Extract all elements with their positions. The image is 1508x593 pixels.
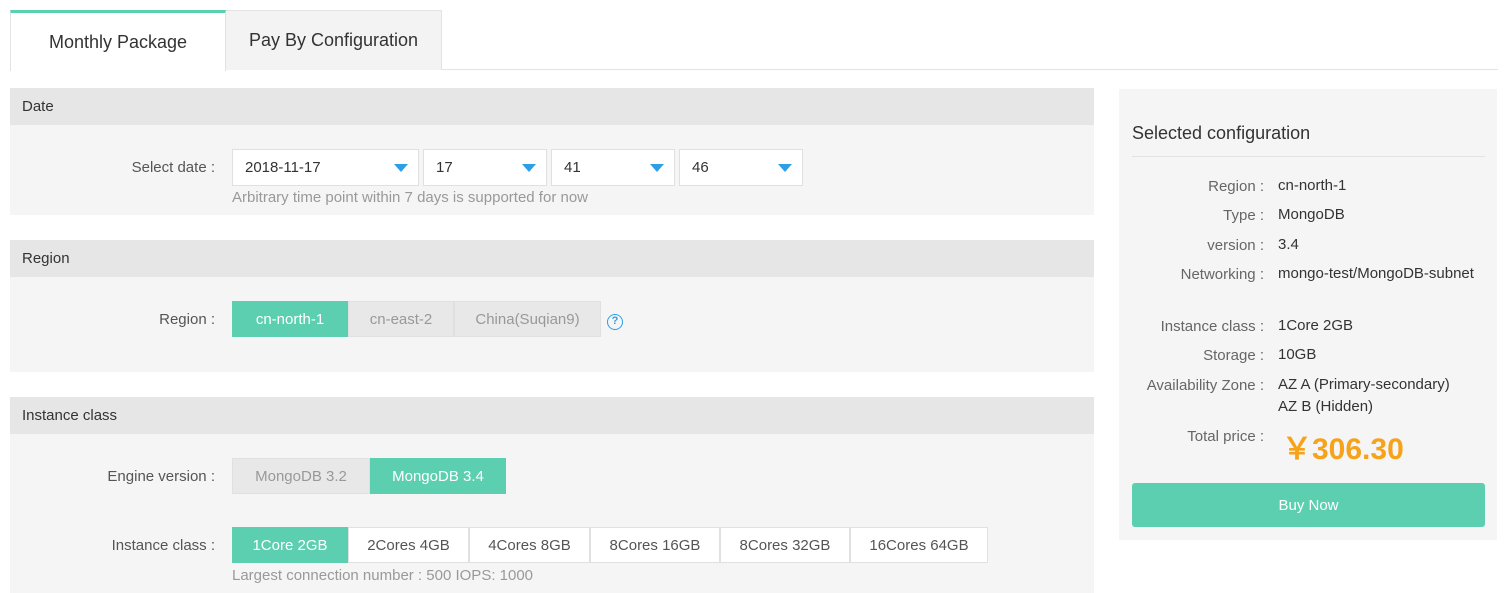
class-option-4cores-8gb[interactable]: 4Cores 8GB — [469, 527, 590, 563]
date-section: Date Select date : 2018-11-17 17 41 46 A… — [10, 88, 1094, 215]
instance-class-label: Instance class : — [111, 537, 215, 554]
tab-pay-by-configuration[interactable]: Pay By Configuration — [226, 10, 442, 70]
date-select[interactable]: 2018-11-17 — [232, 149, 419, 186]
summary-version-label: version : — [1207, 237, 1264, 254]
tab-bar: Monthly Package Pay By Configuration — [10, 10, 1498, 71]
date-section-header: Date — [10, 88, 1094, 125]
class-option-2cores-4gb[interactable]: 2Cores 4GB — [348, 527, 469, 563]
class-option-1core-2gb[interactable]: 1Core 2GB — [232, 527, 348, 563]
hour-select[interactable]: 17 — [423, 149, 547, 186]
summary-networking-label: Networking : — [1180, 266, 1264, 283]
chevron-down-icon — [778, 164, 792, 172]
engine-version-label: Engine version : — [107, 468, 215, 485]
second-select-value: 46 — [692, 159, 709, 176]
instance-class-hint: Largest connection number : 500 IOPS: 10… — [232, 567, 534, 584]
summary-instance-class-value: 1Core 2GB — [1278, 317, 1354, 334]
select-date-label: Select date : — [131, 159, 215, 176]
summary-divider — [1132, 156, 1485, 157]
summary-instance-class-label: Instance class : — [1160, 318, 1264, 335]
summary-storage-label: Storage : — [1203, 347, 1264, 364]
instance-class-section: Instance class Engine version : MongoDB … — [10, 397, 1094, 593]
summary-storage-value: 10GB — [1278, 346, 1317, 363]
summary-total-price-label: Total price : — [1187, 428, 1264, 445]
date-select-value: 2018-11-17 — [245, 159, 321, 176]
region-section: Region Region : cn-north-1 cn-east-2 Chi… — [10, 240, 1094, 372]
class-option-8cores-32gb[interactable]: 8Cores 32GB — [720, 527, 850, 563]
summary-type-value: MongoDB — [1278, 206, 1345, 223]
summary-availability-zone-label: Availability Zone : — [1146, 377, 1264, 394]
region-option-cn-north-1[interactable]: cn-north-1 — [232, 301, 348, 337]
minute-select[interactable]: 41 — [551, 149, 675, 186]
summary-region-value: cn-north-1 — [1278, 177, 1347, 194]
summary-type-label: Type : — [1223, 207, 1264, 224]
summary-title: Selected configuration — [1132, 123, 1311, 143]
chevron-down-icon — [522, 164, 536, 172]
question-circle-icon[interactable]: ? — [607, 314, 623, 330]
date-hint: Arbitrary time point within 7 days is su… — [232, 189, 588, 206]
summary-region-label: Region : — [1208, 178, 1264, 195]
tab-monthly-package[interactable]: Monthly Package — [10, 10, 226, 71]
chevron-down-icon — [650, 164, 664, 172]
summary-availability-zone-value-2: AZ B (Hidden) — [1278, 398, 1374, 415]
total-price: ￥306.30 — [1282, 433, 1404, 466]
summary-networking-value: mongo-test/MongoDB-subnet — [1278, 265, 1474, 282]
region-section-header: Region — [10, 240, 1094, 277]
summary-availability-zone-value: AZ A (Primary-secondary) — [1278, 376, 1450, 393]
instance-section-header: Instance class — [10, 397, 1094, 434]
region-option-cn-east-2[interactable]: cn-east-2 — [348, 301, 454, 337]
engine-option-mongodb-3-2[interactable]: MongoDB 3.2 — [232, 458, 370, 494]
region-label: Region : — [159, 311, 215, 328]
hour-select-value: 17 — [436, 159, 453, 176]
chevron-down-icon — [394, 164, 408, 172]
buy-now-button[interactable]: Buy Now — [1132, 483, 1485, 527]
class-option-8cores-16gb[interactable]: 8Cores 16GB — [590, 527, 720, 563]
class-option-16cores-64gb[interactable]: 16Cores 64GB — [850, 527, 988, 563]
selected-configuration-panel: Selected configuration Region : cn-north… — [1119, 89, 1497, 540]
second-select[interactable]: 46 — [679, 149, 803, 186]
engine-option-mongodb-3-4[interactable]: MongoDB 3.4 — [370, 458, 506, 494]
minute-select-value: 41 — [564, 159, 581, 176]
region-option-china-suqian9[interactable]: China(Suqian9) — [454, 301, 601, 337]
summary-version-value: 3.4 — [1278, 236, 1299, 253]
